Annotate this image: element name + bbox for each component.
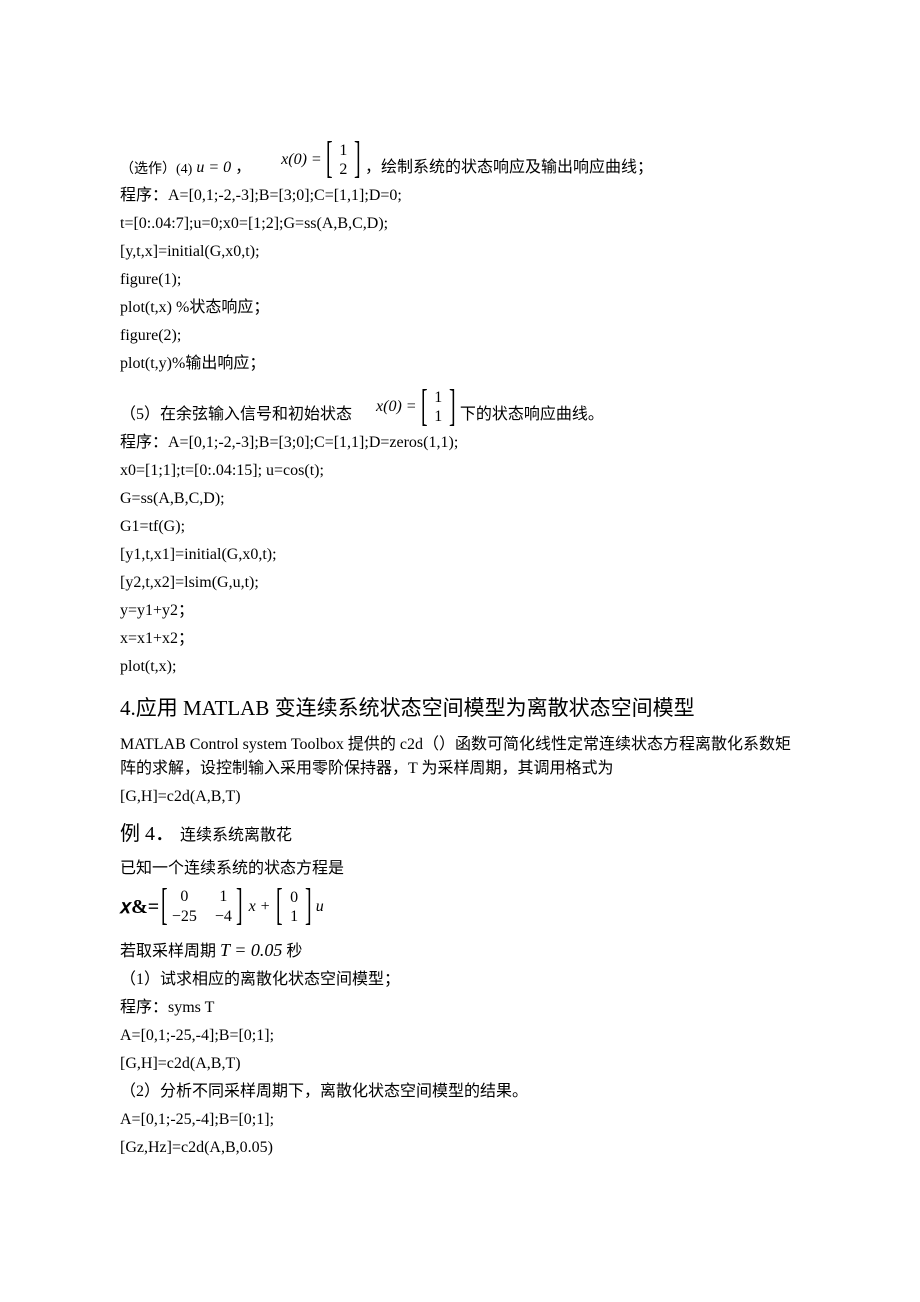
code-4-1: t=[0:.04:7];u=0;x0=[1;2];G=ss(A,B,C,D); xyxy=(120,212,800,236)
vector-values-4: 1 2 xyxy=(336,141,350,179)
task-3: [G,H]=c2d(A,B,T) xyxy=(120,1052,800,1076)
document-page: （选作）(4) u = 0 ， x(0) = [ 1 2 ] ，绘制系统的状态响… xyxy=(0,0,920,1264)
problem-4-prefix: （选作）(4) xyxy=(120,159,192,180)
example-4-title: 例 4． 连续系统离散花 xyxy=(120,819,800,849)
problem-4-suffix: ，绘制系统的状态响应及输出响应曲线； xyxy=(365,156,653,180)
A-values: 0 1 −25 −4 xyxy=(172,887,232,927)
bracket-right-5: ] xyxy=(449,386,456,426)
eq-mid: x + xyxy=(249,895,271,919)
matrix-A: [ 0 1 −25 −4 ] xyxy=(157,887,246,927)
heading-para-1: [G,H]=c2d(A,B,T) xyxy=(120,785,800,809)
code-4-3: figure(1); xyxy=(120,268,800,292)
task-1: 程序：syms T xyxy=(120,996,800,1020)
code-5-8: plot(t,x); xyxy=(120,655,800,679)
A11: −4 xyxy=(215,907,232,927)
task-6: [Gz,Hz]=c2d(A,B,0.05) xyxy=(120,1136,800,1160)
problem-5-header: （5）在余弦输入信号和初始状态 x(0) = [ 1 1 ] 下的状态响应曲线。 xyxy=(120,388,800,428)
example-subtitle: 连续系统离散花 xyxy=(180,827,292,844)
period-suf: 秒 xyxy=(286,943,302,960)
B-lbracket: [ xyxy=(277,885,284,925)
heading-para-0: MATLAB Control system Toolbox 提供的 c2d（）函… xyxy=(120,733,800,781)
matrix-B: [ 0 1 ] xyxy=(272,887,315,927)
period-pre: 若取采样周期 xyxy=(120,943,216,960)
task-5: A=[0,1;-25,-4];B=[0;1]; xyxy=(120,1108,800,1132)
code-4-4: plot(t,x) %状态响应； xyxy=(120,296,800,320)
bracket-right: ] xyxy=(354,138,361,178)
u-equals-zero: u = 0 xyxy=(196,156,231,180)
xdot-label: 𝑥&= xyxy=(120,892,159,922)
code-5-5: [y2,t,x2]=lsim(G,u,t); xyxy=(120,571,800,595)
B1: 1 xyxy=(287,907,301,926)
B-rbracket: ] xyxy=(305,885,312,925)
vector-values-5: 1 1 xyxy=(431,388,445,426)
task-0: （1）试求相应的离散化状态空间模型； xyxy=(120,968,800,992)
task-4: （2）分析不同采样周期下，离散化状态空间模型的结果。 xyxy=(120,1080,800,1104)
v5-0: 1 xyxy=(431,388,445,407)
code-5-6: y=y1+y2； xyxy=(120,599,800,623)
task-2: A=[0,1;-25,-4];B=[0;1]; xyxy=(120,1024,800,1048)
x0-lhs-5: x(0) = xyxy=(376,395,417,419)
code-4-5: figure(2); xyxy=(120,324,800,348)
code-4-2: [y,t,x]=initial(G,x0,t); xyxy=(120,240,800,264)
x0-lhs-4: x(0) = xyxy=(281,148,322,172)
code-5-2: G=ss(A,B,C,D); xyxy=(120,487,800,511)
bracket-left: [ xyxy=(326,138,333,178)
code-4-6: plot(t,y)%输出响应； xyxy=(120,352,800,376)
example-label: 例 4． xyxy=(120,823,175,845)
comma-1: ， xyxy=(235,156,251,180)
x0-vector-4: x(0) = [ 1 2 ] xyxy=(281,140,365,180)
known-statement: 已知一个连续系统的状态方程是 xyxy=(120,857,800,881)
code-5-0: 程序：A=[0,1;-2,-3];B=[3;0];C=[1,1];D=zeros… xyxy=(120,431,800,455)
bracket-left-5: [ xyxy=(421,386,428,426)
A-lbracket: [ xyxy=(161,885,168,925)
A-rbracket: ] xyxy=(236,885,243,925)
state-equation: 𝑥&= [ 0 1 −25 −4 ] x + [ 0 1 ] u xyxy=(120,887,800,927)
x0-vector-5: x(0) = [ 1 1 ] xyxy=(376,388,460,428)
section-4-heading: 4.应用 MATLAB 变连续系统状态空间模型为离散状态空间模型 xyxy=(120,693,800,725)
B0: 0 xyxy=(287,888,301,907)
problem-4-header: （选作）(4) u = 0 ， x(0) = [ 1 2 ] ，绘制系统的状态响… xyxy=(120,140,800,180)
v4-0: 1 xyxy=(336,141,350,160)
code-5-4: [y1,t,x1]=initial(G,x0,t); xyxy=(120,543,800,567)
A10: −25 xyxy=(172,907,197,927)
code-5-1: x0=[1;1];t=[0:.04:15]; u=cos(t); xyxy=(120,459,800,483)
A01: 1 xyxy=(215,887,232,907)
B-values: 0 1 xyxy=(287,888,301,926)
period-expr: T = 0.05 xyxy=(220,940,282,960)
v5-1: 1 xyxy=(431,407,445,426)
code-5-7: x=x1+x2； xyxy=(120,627,800,651)
sampling-period: 若取采样周期 T = 0.05 秒 xyxy=(120,937,800,964)
A00: 0 xyxy=(172,887,197,907)
code-4-0: 程序：A=[0,1;-2,-3];B=[3;0];C=[1,1];D=0; xyxy=(120,184,800,208)
problem-5-suffix: 下的状态响应曲线。 xyxy=(460,403,604,427)
problem-5-prefix: （5）在余弦输入信号和初始状态 xyxy=(120,403,352,427)
code-5-3: G1=tf(G); xyxy=(120,515,800,539)
eq-tail: u xyxy=(316,895,324,919)
v4-1: 2 xyxy=(336,160,350,179)
